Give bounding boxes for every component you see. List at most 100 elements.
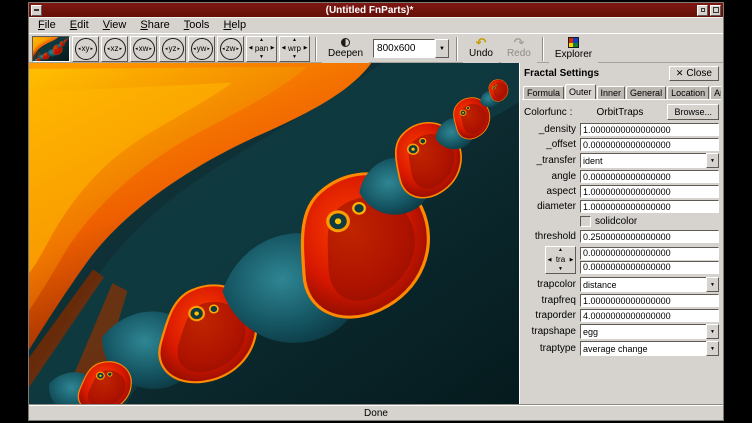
traporder-label: traporder — [524, 310, 576, 321]
angle-row: angle — [524, 170, 719, 183]
angle-label: angle — [524, 171, 576, 182]
close-label: Close — [686, 68, 712, 79]
menu-edit[interactable]: Edit — [63, 18, 96, 33]
offset-row: _offset — [524, 138, 719, 151]
tra-up-icon[interactable]: ▲ — [558, 248, 563, 253]
aspect-label: aspect — [524, 186, 576, 197]
resolution-combo[interactable]: 800x600 ▼ — [373, 39, 449, 58]
close-settings-button[interactable]: ✕ Close — [669, 66, 719, 81]
trap-position-row: ▲ ◀ tra ▶ ▼ — [524, 246, 719, 274]
tab-general[interactable]: General — [626, 86, 666, 99]
chevron-down-icon[interactable]: ▼ — [706, 341, 719, 356]
pan-right-icon[interactable]: ▶ — [271, 46, 275, 51]
warp-down-icon[interactable]: ▼ — [292, 55, 297, 60]
menu-help[interactable]: Help — [216, 18, 253, 33]
transfer-dropdown[interactable]: ident ▼ — [580, 153, 719, 168]
explorer-button[interactable]: Explorer — [549, 35, 598, 63]
tra-y-input[interactable] — [580, 261, 719, 274]
trapshape-label: trapshape — [524, 326, 576, 337]
trapfreq-label: trapfreq — [524, 295, 576, 306]
deepen-icon — [341, 38, 350, 47]
rotate-xz-button[interactable]: xz — [101, 36, 128, 62]
traporder-input[interactable] — [580, 309, 719, 322]
fractal-canvas[interactable] — [29, 63, 519, 405]
solidcolor-row: solidcolor — [524, 215, 719, 228]
tab-inner[interactable]: Inner — [597, 86, 626, 99]
warp-fourway-control[interactable]: ▲ ◀ wrp ▶ ▼ — [279, 36, 310, 62]
pan-left-icon[interactable]: ◀ — [249, 46, 253, 51]
chevron-down-icon[interactable]: ▼ — [706, 153, 719, 168]
aspect-row: aspect — [524, 185, 719, 198]
pan-label: pan — [255, 45, 268, 53]
minimize-button[interactable] — [697, 5, 708, 16]
trapfreq-input[interactable] — [580, 294, 719, 307]
rotate-yz-button[interactable]: yz — [159, 36, 186, 62]
trapfreq-row: trapfreq — [524, 294, 719, 307]
traptype-row: traptype average change ▼ — [524, 341, 719, 356]
titlebar[interactable]: (Untitled FnParts)* — [29, 3, 723, 17]
transfer-value: ident — [580, 153, 706, 168]
trapshape-row: trapshape egg ▼ — [524, 324, 719, 339]
pan-down-icon[interactable]: ▼ — [259, 55, 264, 60]
rotate-yw-button[interactable]: yw — [188, 36, 215, 62]
resolution-dropdown-arrow-icon[interactable]: ▼ — [435, 39, 449, 58]
resolution-value[interactable]: 800x600 — [373, 39, 435, 58]
rotation-dial-icon: xw — [133, 38, 155, 60]
tab-outer[interactable]: Outer — [565, 84, 596, 99]
tab-angles[interactable]: Angles — [710, 86, 721, 99]
rotate-xy-button[interactable]: xy — [72, 36, 99, 62]
angle-input[interactable] — [580, 170, 719, 183]
trapshape-value: egg — [580, 324, 706, 339]
fractal-preview-thumbnail[interactable] — [32, 36, 70, 62]
window-menu-button[interactable] — [31, 5, 42, 16]
deepen-button[interactable]: Deepen — [322, 35, 369, 63]
pan-up-icon[interactable]: ▲ — [259, 38, 264, 43]
chevron-down-icon[interactable]: ▼ — [706, 277, 719, 292]
trapshape-dropdown[interactable]: egg ▼ — [580, 324, 719, 339]
tra-x-input[interactable] — [580, 247, 719, 260]
offset-input[interactable] — [580, 138, 719, 151]
menubar: File Edit View Share Tools Help — [29, 17, 723, 33]
tab-formula[interactable]: Formula — [523, 86, 564, 99]
status-text: Done — [364, 408, 388, 419]
undo-button[interactable]: ↶ Undo — [463, 35, 499, 63]
browse-button[interactable]: Browse... — [667, 104, 719, 120]
chevron-down-icon[interactable]: ▼ — [706, 324, 719, 339]
tra-fourway-control[interactable]: ▲ ◀ tra ▶ ▼ — [545, 246, 576, 274]
tra-down-icon[interactable]: ▼ — [558, 267, 563, 272]
threshold-label: threshold — [524, 231, 576, 242]
menu-share[interactable]: Share — [133, 18, 176, 33]
solidcolor-label: solidcolor — [595, 216, 637, 227]
aspect-input[interactable] — [580, 185, 719, 198]
threshold-row: threshold — [524, 230, 719, 243]
deepen-label: Deepen — [328, 48, 363, 59]
colorfunc-value: OrbitTraps — [575, 107, 664, 118]
threshold-input[interactable] — [580, 230, 719, 243]
density-input[interactable] — [580, 123, 719, 136]
rotate-xw-button[interactable]: xw — [130, 36, 157, 62]
menu-tools[interactable]: Tools — [177, 18, 217, 33]
checkbox-icon[interactable] — [580, 216, 591, 227]
main-content: Fractal Settings ✕ Close Formula Outer I… — [29, 63, 723, 405]
tra-left-icon[interactable]: ◀ — [548, 258, 552, 263]
tra-right-icon[interactable]: ▶ — [570, 258, 574, 263]
rotate-zw-button[interactable]: zw — [217, 36, 244, 62]
settings-title: Fractal Settings — [524, 68, 599, 79]
tab-location[interactable]: Location — [667, 86, 709, 99]
warp-left-icon[interactable]: ◀ — [282, 46, 286, 51]
pan-fourway-control[interactable]: ▲ ◀ pan ▶ ▼ — [246, 36, 277, 62]
trapcolor-dropdown[interactable]: distance ▼ — [580, 277, 719, 292]
close-icon: ✕ — [676, 69, 684, 78]
app-window: (Untitled FnParts)* File Edit View Share… — [28, 2, 724, 421]
warp-right-icon[interactable]: ▶ — [304, 46, 308, 51]
undo-label: Undo — [469, 48, 493, 59]
rotation-dial-icon: zw — [220, 38, 242, 60]
maximize-button[interactable] — [710, 5, 721, 16]
warp-up-icon[interactable]: ▲ — [292, 38, 297, 43]
diameter-input[interactable] — [580, 200, 719, 213]
menu-file[interactable]: File — [31, 18, 63, 33]
traptype-dropdown[interactable]: average change ▼ — [580, 341, 719, 356]
solidcolor-checkbox[interactable]: solidcolor — [580, 216, 719, 227]
undo-icon: ↶ — [476, 38, 487, 47]
menu-view[interactable]: View — [96, 18, 134, 33]
